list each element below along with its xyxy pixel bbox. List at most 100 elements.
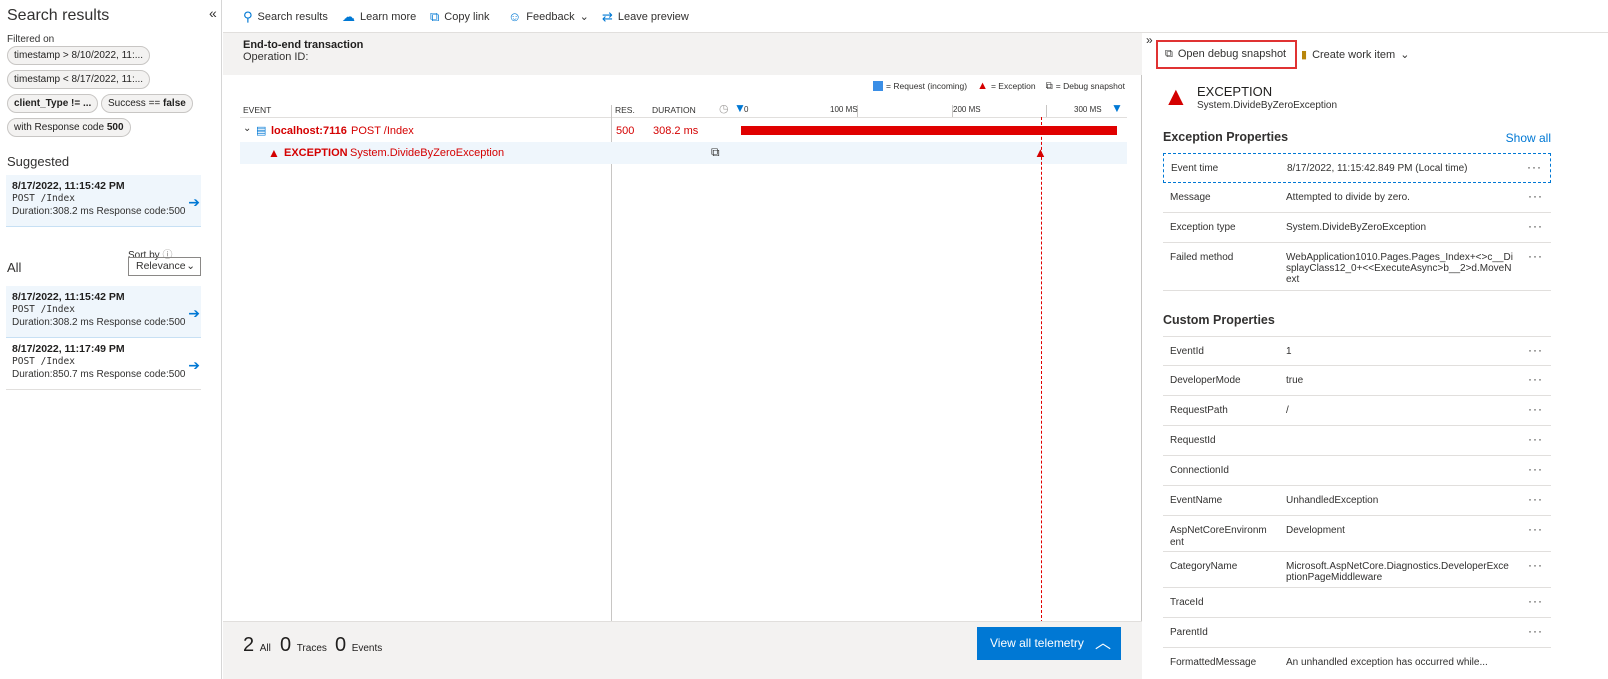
legend-label: = Exception: [990, 81, 1036, 91]
filter-chip-client-type[interactable]: client_Type != ...: [7, 94, 99, 113]
search-results-button[interactable]: ⚲ Search results: [243, 9, 328, 25]
snapshot-icon: ⧉: [1045, 80, 1053, 92]
traces-count[interactable]: 0 Traces: [280, 634, 327, 657]
open-debug-snapshot-button[interactable]: ⧉ Open debug snapshot: [1156, 40, 1297, 69]
more-icon[interactable]: ···: [1528, 219, 1543, 233]
more-icon[interactable]: ···: [1528, 402, 1543, 416]
copy-link-button[interactable]: ⧉ Copy link: [430, 9, 490, 25]
property-row[interactable]: ConnectionId ···: [1163, 456, 1551, 486]
debug-snapshot-icon[interactable]: ⧉: [711, 145, 720, 160]
property-row[interactable]: RequestId ···: [1163, 426, 1551, 456]
property-row[interactable]: AspNetCoreEnvironment Development ···: [1163, 516, 1551, 552]
leave-preview-button[interactable]: ⇄ Leave preview: [602, 9, 689, 25]
result-timestamp: 8/17/2022, 11:17:49 PM: [12, 343, 125, 355]
more-icon[interactable]: ···: [1528, 624, 1543, 638]
property-row[interactable]: CategoryName Microsoft.AspNetCore.Diagno…: [1163, 552, 1551, 588]
request-square-icon: [873, 81, 884, 91]
all-heading: All: [7, 260, 22, 275]
property-row[interactable]: Exception type System.DivideByZeroExcept…: [1163, 213, 1551, 243]
property-key: Message: [1170, 192, 1211, 203]
property-key: ConnectionId: [1170, 465, 1229, 476]
property-row[interactable]: EventName UnhandledException ···: [1163, 486, 1551, 516]
property-row[interactable]: TraceId ···: [1163, 588, 1551, 618]
suggested-result-card[interactable]: 8/17/2022, 11:15:42 PM POST /Index Durat…: [6, 175, 201, 227]
more-icon[interactable]: ···: [1528, 249, 1543, 263]
chevron-down-icon[interactable]: ⌄: [243, 123, 251, 134]
property-key: FormattedMessage: [1170, 657, 1257, 668]
learn-more-button[interactable]: ☁ Learn more: [342, 9, 416, 25]
code-value: 500: [168, 206, 186, 217]
exception-row[interactable]: ▲ EXCEPTION System.DivideByZeroException…: [240, 142, 1127, 164]
more-icon[interactable]: ···: [1528, 594, 1543, 608]
more-icon[interactable]: ···: [1528, 522, 1543, 536]
header-divider: [240, 117, 1127, 118]
column-duration: DURATION: [652, 105, 696, 115]
property-key: ParentId: [1170, 627, 1208, 638]
sort-by-dropdown[interactable]: Relevance ⌄: [128, 257, 201, 276]
show-all-link[interactable]: Show all: [1506, 131, 1551, 145]
property-row[interactable]: Message Attempted to divide by zero. ···: [1163, 183, 1551, 213]
arrow-right-icon[interactable]: ➔: [188, 357, 200, 374]
expand-pane-icon[interactable]: »: [1146, 33, 1153, 47]
work-item-icon: ▮: [1301, 49, 1308, 61]
exception-title: EXCEPTION: [1197, 84, 1273, 99]
more-icon[interactable]: ···: [1528, 372, 1543, 386]
more-icon[interactable]: ···: [1528, 343, 1543, 357]
arrow-right-icon[interactable]: ➔: [188, 305, 200, 322]
arrow-right-icon[interactable]: ➔: [188, 194, 200, 211]
exception-subtitle: System.DivideByZeroException: [1197, 100, 1338, 111]
all-count[interactable]: 2 All: [243, 634, 271, 657]
more-icon[interactable]: ···: [1528, 432, 1543, 446]
count-label: Traces: [296, 643, 327, 654]
property-value: 1: [1286, 346, 1292, 357]
result-meta: Duration:850.7 ms Response code:500: [12, 369, 195, 380]
property-value: An unhandled exception has occurred whil…: [1286, 657, 1488, 668]
collapse-pane-icon[interactable]: «: [209, 5, 217, 21]
property-row[interactable]: EventId 1 ···: [1163, 336, 1551, 366]
property-row[interactable]: RequestPath / ···: [1163, 396, 1551, 426]
request-duration-bar[interactable]: [741, 126, 1117, 135]
property-row[interactable]: DeveloperMode true ···: [1163, 366, 1551, 396]
filter-chip-response-code[interactable]: with Response code 500: [7, 118, 131, 137]
filter-chip-timestamp-lt[interactable]: timestamp < 8/17/2022, 11:...: [7, 70, 151, 89]
create-work-item-button[interactable]: ▮ Create work item ⌄: [1301, 48, 1409, 62]
more-icon[interactable]: ···: [1527, 160, 1542, 174]
range-end-handle-icon[interactable]: ▼: [1111, 101, 1123, 115]
view-all-telemetry-button[interactable]: View all telemetry ︿: [977, 627, 1121, 660]
pane-title: Search results: [7, 7, 110, 24]
property-value: 8/17/2022, 11:15:42.849 PM (Local time): [1287, 163, 1468, 174]
transaction-header: End-to-end transaction Operation ID:: [223, 33, 1142, 75]
property-key: Failed method: [1170, 252, 1234, 263]
property-value: System.DivideByZeroException: [1286, 222, 1427, 233]
timeline-legend: = Request (incoming) ▲ = Exception ⧉ = Deb…: [873, 80, 1125, 92]
property-row[interactable]: ParentId ···: [1163, 618, 1551, 648]
events-count[interactable]: 0 Events: [335, 634, 382, 657]
filter-chip-success[interactable]: Success == false: [101, 94, 193, 113]
chip-text: Success ==: [108, 98, 164, 109]
result-meta: Duration:308.2 ms Response code:500: [12, 206, 195, 217]
count-label: All: [259, 643, 271, 654]
property-row[interactable]: Failed method WebApplication1010.Pages.P…: [1163, 243, 1551, 291]
property-row[interactable]: Event time 8/17/2022, 11:15:42.849 PM (L…: [1163, 153, 1551, 183]
more-icon[interactable]: ···: [1528, 558, 1543, 572]
feedback-button[interactable]: ☺ Feedback ⌄: [508, 9, 589, 24]
exception-time-marker: [1041, 117, 1042, 623]
result-card[interactable]: 8/17/2022, 11:15:42 PM POST /Index Durat…: [6, 286, 201, 338]
legend-request: = Request (incoming): [873, 81, 967, 91]
code-label: Response code:: [96, 369, 169, 380]
column-res: RES.: [615, 105, 635, 115]
result-card[interactable]: 8/17/2022, 11:17:49 PM POST /Index Durat…: [6, 338, 201, 390]
result-request: POST /Index: [12, 356, 75, 367]
more-icon[interactable]: ···: [1528, 189, 1543, 203]
more-icon[interactable]: ···: [1528, 492, 1543, 506]
chevron-down-icon: ⌄: [579, 11, 589, 23]
clock-icon: ◷: [719, 103, 729, 115]
code-value: 500: [168, 369, 186, 380]
request-method: POST /Index: [351, 125, 414, 137]
property-value: WebApplication1010.Pages.Pages_Index+<>c…: [1286, 252, 1513, 285]
property-row[interactable]: FormattedMessage An unhandled exception …: [1163, 648, 1551, 679]
filter-chip-timestamp-gt[interactable]: timestamp > 8/10/2022, 11:...: [7, 46, 151, 65]
more-icon[interactable]: ···: [1528, 462, 1543, 476]
duration-value: 308.2 ms: [52, 317, 94, 328]
request-host: localhost:7116: [271, 125, 347, 137]
